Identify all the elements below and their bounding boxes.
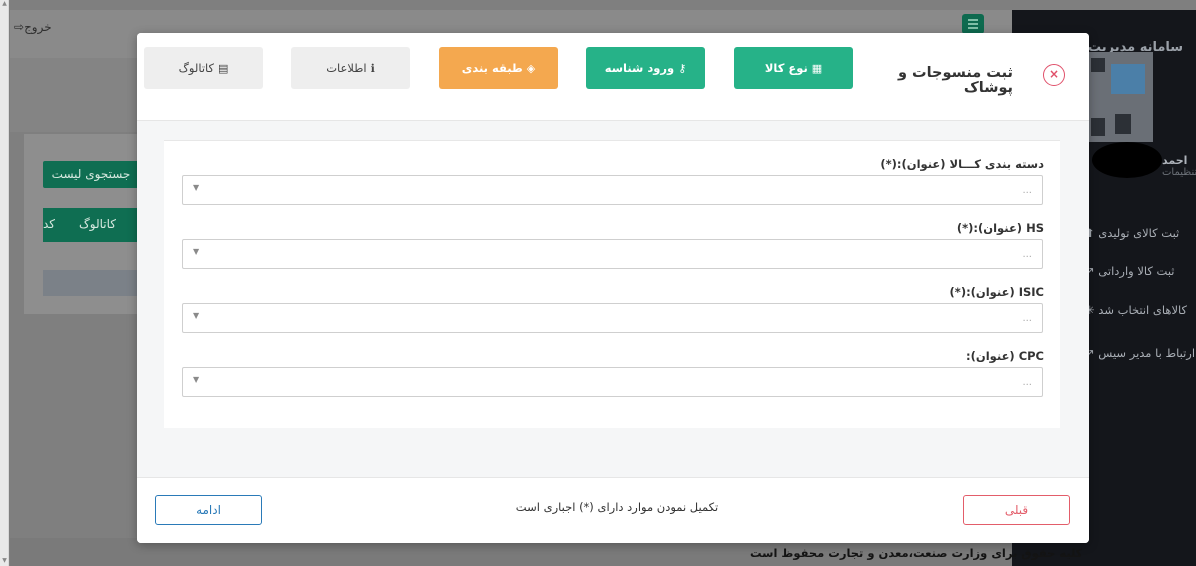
chevron-down-icon: ▼ bbox=[193, 247, 200, 256]
tab-catalog[interactable]: ▤ کاتالوگ bbox=[144, 47, 263, 89]
cpc-title-label: CPC (عنوان): bbox=[966, 349, 1044, 363]
grid-icon: ▦ bbox=[811, 61, 823, 75]
previous-button[interactable]: قبلی bbox=[963, 495, 1070, 525]
chevron-down-icon: ▼ bbox=[193, 311, 200, 320]
hs-title-select[interactable]: ▼ ... bbox=[182, 239, 1043, 269]
cpc-title-select[interactable]: ▼ ... bbox=[182, 367, 1043, 397]
qr-code-image bbox=[1085, 52, 1153, 142]
continue-button[interactable]: ادامه bbox=[155, 495, 262, 525]
isic-title-label: ISIC (عنوان):(*) bbox=[949, 285, 1044, 299]
table-header: کاتالوگ کد bbox=[43, 208, 139, 242]
isic-title-select[interactable]: ▼ ... bbox=[182, 303, 1043, 333]
classification-form: دسته بندی کـــالا (عنوان):(*) ▼ ... HS (… bbox=[164, 140, 1060, 428]
info-icon: ℹ bbox=[370, 61, 375, 75]
sidebar-item-selected-goods[interactable]: ✳ کالاهای انتخاب شد bbox=[1085, 303, 1187, 317]
scroll-down-icon[interactable]: ▼ bbox=[1, 557, 8, 565]
chevron-down-icon: ▼ bbox=[193, 375, 200, 384]
tab-enter-identifier[interactable]: ⚷ ورود شناسه bbox=[586, 47, 705, 89]
sidebar-item-contact-admin[interactable]: ↗ ارتباط با مدیر سیس bbox=[1085, 346, 1195, 360]
avatar bbox=[1092, 142, 1162, 178]
sidebar-item-register-production[interactable]: ⬆ ثبت کالای تولیدی bbox=[1085, 226, 1179, 240]
register-textile-modal: × ثبت منسوجات و پوشاک ▦ نوع کالا ⚷ ورود … bbox=[137, 33, 1089, 543]
table-header-code[interactable]: کد bbox=[43, 217, 55, 231]
required-fields-note: تکمیل نمودن موارد دارای (*) اجباری است bbox=[515, 500, 719, 514]
tab-product-type[interactable]: ▦ نوع کالا bbox=[734, 47, 853, 89]
file-icon: ▤ bbox=[218, 61, 229, 75]
tag-icon: ◈ bbox=[526, 61, 536, 75]
logout-icon: ⇨ bbox=[14, 20, 25, 34]
tab-classification[interactable]: ◈ طبقه بندی bbox=[439, 47, 558, 89]
search-list-button[interactable]: جستجوی لیست bbox=[43, 161, 139, 188]
scroll-up-icon[interactable]: ▲ bbox=[1, 0, 8, 8]
modal-header: × ثبت منسوجات و پوشاک ▦ نوع کالا ⚷ ورود … bbox=[137, 33, 1089, 121]
close-icon: × bbox=[1048, 67, 1060, 81]
category-title-label: دسته بندی کـــالا (عنوان):(*) bbox=[880, 157, 1044, 171]
modal-title: ثبت منسوجات و پوشاک bbox=[897, 65, 1013, 96]
user-name: احمد bbox=[1162, 154, 1188, 167]
menu-toggle-button[interactable] bbox=[962, 14, 984, 34]
tab-information[interactable]: ℹ اطلاعات bbox=[291, 47, 410, 89]
copyright-text: کلیه حقوق برای وزارت صنعت،معدن و تجارت م… bbox=[750, 546, 1083, 560]
user-settings-link[interactable]: تنظیمات bbox=[1162, 167, 1196, 178]
page-scrollbar[interactable]: ▲ ▼ bbox=[0, 0, 9, 566]
logout-link[interactable]: ⇨خروج bbox=[14, 20, 52, 34]
modal-footer: قبلی تکمیل نمودن موارد دارای (*) اجباری … bbox=[137, 477, 1089, 543]
key-icon: ⚷ bbox=[678, 61, 687, 75]
close-button[interactable]: × bbox=[1043, 64, 1065, 86]
sidebar-item-register-import[interactable]: ↗ ثبت کالا وارداتی bbox=[1085, 264, 1175, 278]
table-header-catalog[interactable]: کاتالوگ bbox=[79, 217, 116, 231]
hs-title-label: HS (عنوان):(*) bbox=[956, 221, 1044, 235]
category-title-select[interactable]: ▼ ... bbox=[182, 175, 1043, 205]
chevron-down-icon: ▼ bbox=[193, 183, 200, 192]
table-row bbox=[43, 270, 139, 296]
modal-body: دسته بندی کـــالا (عنوان):(*) ▼ ... HS (… bbox=[137, 121, 1089, 477]
